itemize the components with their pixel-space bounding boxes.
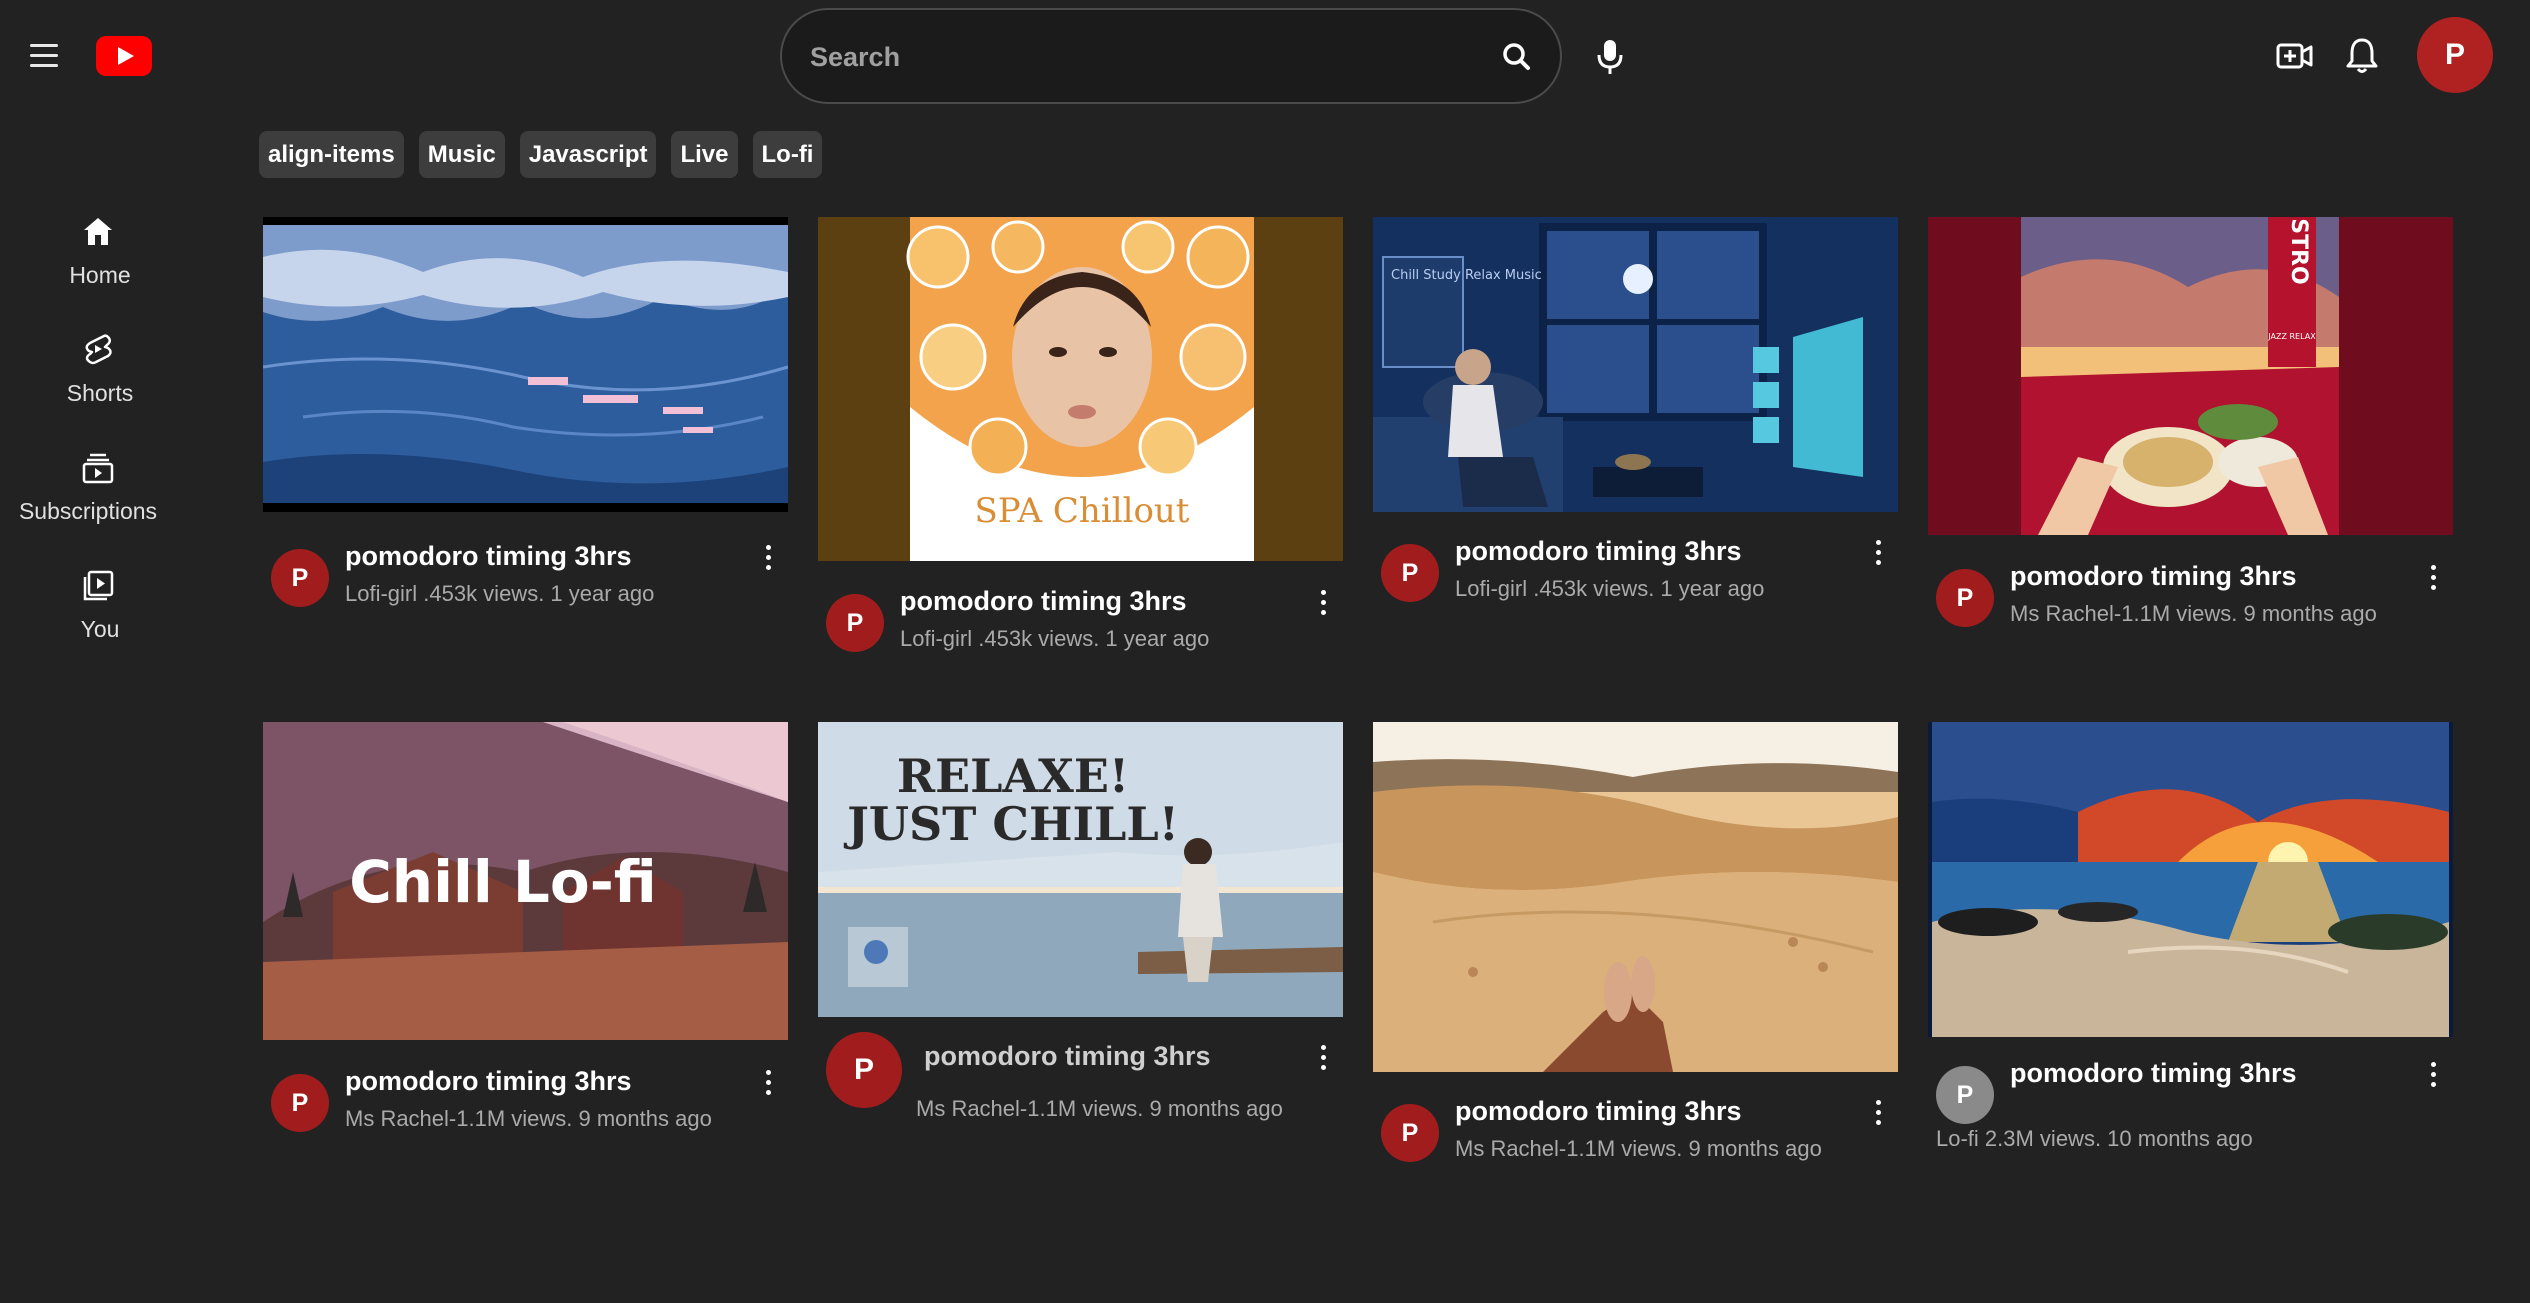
filter-chips: align-items Music Javascript Live Lo-fi: [259, 131, 823, 178]
more-options-icon[interactable]: [1313, 1041, 1333, 1075]
more-options-icon[interactable]: [1868, 1096, 1888, 1130]
video-title[interactable]: pomodoro timing 3hrs: [2010, 561, 2297, 592]
create-video-icon[interactable]: [2275, 36, 2315, 76]
notifications-bell-icon[interactable]: [2342, 34, 2382, 78]
sidebar-item-label: You: [80, 616, 120, 642]
video-channel-views: Lofi-girl .453k views. 1 year ago: [1455, 576, 1765, 601]
sidebar-item-home[interactable]: Home: [0, 200, 200, 300]
thumbnail-text: RELAXE!: [897, 749, 1129, 803]
more-options-icon[interactable]: [2423, 561, 2443, 595]
more-options-icon[interactable]: [758, 1066, 778, 1100]
thumbnail-bistro-jazz: BISTRO JAZZ RELAX: [1928, 217, 2453, 535]
thumbnail-spa-chillout: SPA Chillout: [818, 217, 1343, 561]
thumbnail-subtext: JUST CHILL!: [843, 797, 1179, 851]
sidebar-item-label: Home: [69, 262, 131, 288]
more-options-icon[interactable]: [1313, 586, 1333, 620]
thumbnail-sunset-beach: [1928, 722, 2453, 1037]
channel-avatar[interactable]: P: [1381, 1104, 1439, 1162]
you-library-icon: [83, 570, 114, 601]
thumbnail-subtext: JAZZ RELAX: [2267, 332, 2316, 341]
sidebar-item-shorts[interactable]: Shorts: [0, 318, 200, 418]
video-meta: P pomodoro timing 3hrs Lofi-girl .453k v…: [818, 572, 1343, 692]
video-thumbnail[interactable]: [1373, 722, 1898, 1072]
chip-music[interactable]: Music: [418, 131, 505, 178]
video-channel-views: Lofi-girl .453k views. 1 year ago: [900, 626, 1210, 651]
video-title[interactable]: pomodoro timing 3hrs: [1455, 1096, 1742, 1127]
video-thumbnail[interactable]: Chill Study Relax Music: [1373, 217, 1898, 512]
thumbnail-chill-lofi-barn: Chill Lo-fi: [263, 722, 788, 1040]
video-thumbnail[interactable]: [263, 217, 788, 512]
video-thumbnail[interactable]: RELAXE! JUST CHILL!: [818, 722, 1343, 1017]
video-meta: P pomodoro timing 3hrs Ms Rachel-1.1M vi…: [1928, 547, 2453, 667]
more-options-icon[interactable]: [758, 541, 778, 575]
sidebar-item-you[interactable]: You: [0, 554, 200, 654]
video-title[interactable]: pomodoro timing 3hrs: [924, 1041, 1211, 1072]
sidebar-item-label: Subscriptions: [18, 498, 158, 524]
video-title[interactable]: pomodoro timing 3hrs: [1455, 536, 1742, 567]
thumbnail-text: Chill Study Relax Music: [1391, 268, 1542, 283]
channel-avatar[interactable]: P: [826, 1032, 902, 1108]
video-thumbnail[interactable]: SPA Chillout: [818, 217, 1343, 561]
search-input[interactable]: [810, 34, 1460, 80]
more-options-icon[interactable]: [1868, 536, 1888, 570]
video-channel-views: Lofi-girl .453k views. 1 year ago: [345, 581, 655, 606]
channel-avatar[interactable]: P: [826, 594, 884, 652]
video-title[interactable]: pomodoro timing 3hrs: [345, 541, 632, 572]
video-channel-views: Ms Rachel-1.1M views. 9 months ago: [345, 1106, 712, 1131]
thumbnail-relaxe-just-chill: RELAXE! JUST CHILL!: [818, 722, 1343, 1017]
chip-live[interactable]: Live: [671, 131, 738, 178]
channel-avatar[interactable]: P: [271, 549, 329, 607]
search-icon[interactable]: [1496, 36, 1538, 78]
thumbnail-rainy-night-room: Chill Study Relax Music: [1373, 217, 1898, 512]
home-icon: [84, 218, 112, 245]
channel-avatar[interactable]: P: [1381, 544, 1439, 602]
chip-javascript[interactable]: Javascript: [519, 131, 657, 178]
channel-avatar[interactable]: P: [1936, 569, 1994, 627]
sidebar-item-label: Shorts: [66, 380, 134, 406]
video-channel-views: Ms Rachel-1.1M views. 9 months ago: [1455, 1136, 1822, 1161]
video-title[interactable]: pomodoro timing 3hrs: [2010, 1058, 2297, 1089]
sidebar-item-subscriptions[interactable]: Subscriptions: [0, 436, 200, 536]
thumbnail-text: Chill Lo-fi: [349, 848, 657, 916]
video-meta: P pomodoro timing 3hrs Ms Rachel-1.1M vi…: [818, 1027, 1343, 1147]
video-meta: P pomodoro timing 3hrs Lo-fi 2.3M views.…: [1928, 1044, 2453, 1164]
microphone-icon[interactable]: [1590, 34, 1630, 78]
video-title[interactable]: pomodoro timing 3hrs: [900, 586, 1187, 617]
video-meta: P pomodoro timing 3hrs Ms Rachel-1.1M vi…: [263, 1052, 788, 1172]
hamburger-menu-icon[interactable]: [26, 40, 66, 72]
thumbnail-anime-ocean: [263, 217, 788, 512]
account-avatar[interactable]: P: [2417, 17, 2493, 93]
search-bar: [780, 8, 1562, 104]
youtube-logo-icon[interactable]: [96, 36, 152, 76]
video-meta: P pomodoro timing 3hrs Lofi-girl .453k v…: [263, 527, 788, 647]
thumbnail-text: BISTRO: [2286, 217, 2311, 285]
shorts-icon: [85, 334, 112, 365]
chip-lofi[interactable]: Lo-fi: [752, 131, 823, 178]
video-thumbnail[interactable]: BISTRO JAZZ RELAX: [1928, 217, 2453, 535]
video-channel-views: Ms Rachel-1.1M views. 9 months ago: [916, 1096, 1283, 1121]
video-channel-views: Lo-fi 2.3M views. 10 months ago: [1936, 1126, 2253, 1151]
video-channel-views: Ms Rachel-1.1M views. 9 months ago: [2010, 601, 2377, 626]
top-bar: P: [0, 0, 2530, 112]
video-title[interactable]: pomodoro timing 3hrs: [345, 1066, 632, 1097]
video-meta: P pomodoro timing 3hrs Lofi-girl .453k v…: [1373, 522, 1898, 642]
video-thumbnail[interactable]: Chill Lo-fi: [263, 722, 788, 1040]
more-options-icon[interactable]: [2423, 1058, 2443, 1092]
video-meta: P pomodoro timing 3hrs Ms Rachel-1.1M vi…: [1373, 1082, 1898, 1202]
thumbnail-desert-dunes: [1373, 722, 1898, 1072]
channel-avatar[interactable]: P: [1936, 1066, 1994, 1124]
thumbnail-text: SPA Chillout: [975, 491, 1190, 531]
channel-avatar[interactable]: P: [271, 1074, 329, 1132]
subscriptions-icon: [82, 453, 114, 484]
chip-align-items[interactable]: align-items: [259, 131, 404, 178]
video-thumbnail[interactable]: [1928, 722, 2453, 1037]
